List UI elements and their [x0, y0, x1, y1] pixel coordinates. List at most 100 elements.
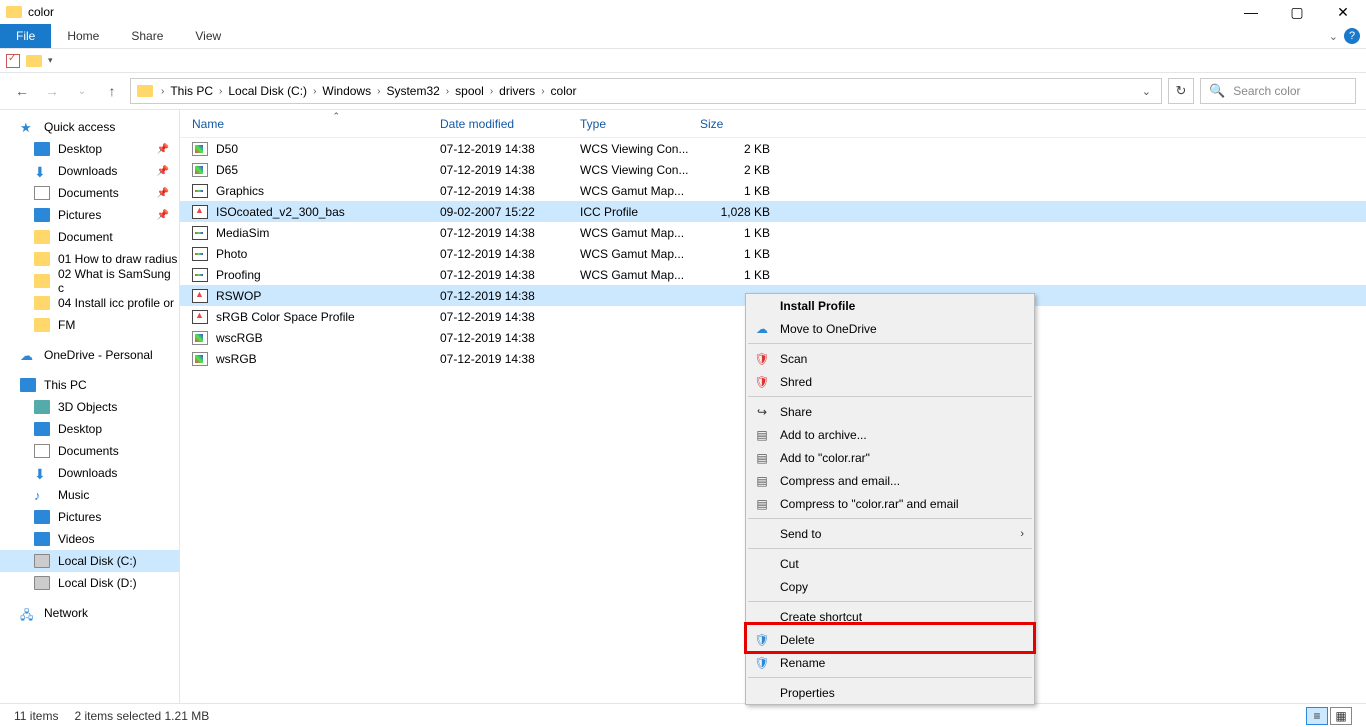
pin-icon: 📌 [157, 144, 169, 155]
file-date: 07-12-2019 14:38 [440, 226, 580, 240]
archive-icon: ▤ [754, 473, 770, 489]
back-button[interactable]: ← [10, 79, 34, 103]
forward-button[interactable]: → [40, 79, 64, 103]
sidebar-quick-access[interactable]: ★Quick access [0, 116, 179, 138]
recent-dropdown[interactable]: ⌄ [70, 79, 94, 103]
close-button[interactable]: ✕ [1320, 0, 1366, 24]
titlebar: color — ▢ ✕ [0, 0, 1366, 24]
archive-icon: ▤ [754, 427, 770, 443]
sidebar-item[interactable]: Local Disk (C:) [0, 550, 179, 572]
sidebar-this-pc[interactable]: This PC [0, 374, 179, 396]
file-date: 07-12-2019 14:38 [440, 163, 580, 177]
minimize-button[interactable]: — [1228, 0, 1274, 24]
sidebar-item[interactable]: Document [0, 226, 179, 248]
ctx-scan[interactable]: 🛡Scan [746, 347, 1034, 370]
ctx-add-rar[interactable]: ▤Add to "color.rar" [746, 446, 1034, 469]
sidebar-item[interactable]: ♪Music [0, 484, 179, 506]
ctx-share[interactable]: ↪Share [746, 400, 1034, 423]
archive-icon: ▤ [754, 496, 770, 512]
crumb[interactable]: Windows [318, 84, 375, 98]
sidebar-item[interactable]: 04 Install icc profile or [0, 292, 179, 314]
file-row[interactable]: Graphics07-12-2019 14:38WCS Gamut Map...… [180, 180, 1366, 201]
sidebar-item[interactable]: 3D Objects [0, 396, 179, 418]
cloud-icon: ☁ [754, 321, 770, 337]
maximize-button[interactable]: ▢ [1274, 0, 1320, 24]
help-icon[interactable]: ? [1344, 28, 1360, 44]
file-size: 1,028 KB [700, 205, 770, 219]
file-row[interactable]: ISOcoated_v2_300_bas09-02-2007 15:22ICC … [180, 201, 1366, 222]
pin-icon: 📌 [157, 188, 169, 199]
tab-home[interactable]: Home [51, 24, 115, 48]
crumb[interactable]: This PC [166, 84, 217, 98]
sidebar-item[interactable]: Documents [0, 440, 179, 462]
view-large-button[interactable]: ▦ [1330, 707, 1352, 725]
sidebar-item[interactable]: Desktop📌 [0, 138, 179, 160]
tab-view[interactable]: View [179, 24, 237, 48]
ctx-shred[interactable]: 🛡Shred [746, 370, 1034, 393]
sidebar-item[interactable]: Desktop [0, 418, 179, 440]
sidebar-item[interactable]: Pictures [0, 506, 179, 528]
ctx-copy[interactable]: Copy [746, 575, 1034, 598]
sidebar-item[interactable]: ⬇Downloads📌 [0, 160, 179, 182]
sidebar-onedrive[interactable]: ☁OneDrive - Personal [0, 344, 179, 366]
sidebar-item[interactable]: Videos [0, 528, 179, 550]
col-type[interactable]: Type [580, 117, 700, 131]
ctx-rename[interactable]: 🛡Rename [746, 651, 1034, 674]
file-size: 1 KB [700, 226, 770, 240]
address-bar[interactable]: › This PC› Local Disk (C:)› Windows› Sys… [130, 78, 1162, 104]
file-row[interactable]: Proofing07-12-2019 14:38WCS Gamut Map...… [180, 264, 1366, 285]
file-row[interactable]: MediaSim07-12-2019 14:38WCS Gamut Map...… [180, 222, 1366, 243]
file-row[interactable]: D5007-12-2019 14:38WCS Viewing Con...2 K… [180, 138, 1366, 159]
crumb[interactable]: System32 [382, 84, 443, 98]
status-selection: 2 items selected 1.21 MB [74, 709, 209, 723]
file-type: WCS Gamut Map... [580, 247, 700, 261]
qat-dropdown-icon[interactable]: ▾ [48, 55, 53, 66]
file-row[interactable]: Photo07-12-2019 14:38WCS Gamut Map...1 K… [180, 243, 1366, 264]
tab-file[interactable]: File [0, 24, 51, 48]
col-size[interactable]: Size [700, 117, 780, 131]
file-date: 07-12-2019 14:38 [440, 289, 580, 303]
sidebar-network[interactable]: 🖧Network [0, 602, 179, 624]
address-dropdown-icon[interactable]: ⌄ [1142, 85, 1157, 98]
ctx-cut[interactable]: Cut [746, 552, 1034, 575]
sidebar-item[interactable]: Local Disk (D:) [0, 572, 179, 594]
tab-share[interactable]: Share [115, 24, 179, 48]
sidebar-item[interactable]: Documents📌 [0, 182, 179, 204]
view-details-button[interactable]: ≡ [1306, 707, 1328, 725]
ctx-properties[interactable]: Properties [746, 681, 1034, 704]
ctx-add-archive[interactable]: ▤Add to archive... [746, 423, 1034, 446]
sidebar-item[interactable]: FM [0, 314, 179, 336]
ctx-send-to[interactable]: Send to› [746, 522, 1034, 545]
window-title: color [28, 5, 54, 19]
sidebar-item[interactable]: Pictures📌 [0, 204, 179, 226]
file-name: ISOcoated_v2_300_bas [216, 205, 440, 219]
qat-properties-icon[interactable] [6, 54, 20, 68]
quick-access-toolbar: ▾ [0, 49, 1366, 73]
crumb[interactable]: color [547, 84, 581, 98]
file-row[interactable]: D6507-12-2019 14:38WCS Viewing Con...2 K… [180, 159, 1366, 180]
shield-icon: 🛡 [754, 632, 770, 648]
ctx-delete[interactable]: 🛡Delete [746, 628, 1034, 651]
file-date: 07-12-2019 14:38 [440, 331, 580, 345]
ribbon-collapse-icon[interactable]: ⌄ [1329, 30, 1338, 43]
ctx-compress-email[interactable]: ▤Compress and email... [746, 469, 1034, 492]
col-date[interactable]: Date modified [440, 117, 580, 131]
ctx-install-profile[interactable]: Install Profile [746, 294, 1034, 317]
search-input[interactable]: 🔍 Search color [1200, 78, 1356, 104]
sidebar-item[interactable]: 02 What is SamSung c [0, 270, 179, 292]
crumb[interactable]: Local Disk (C:) [224, 84, 311, 98]
sidebar-item[interactable]: ⬇Downloads [0, 462, 179, 484]
ctx-compress-rar-email[interactable]: ▤Compress to "color.rar" and email [746, 492, 1034, 515]
qat-newfolder-icon[interactable] [26, 55, 42, 67]
up-button[interactable]: ↑ [100, 79, 124, 103]
refresh-button[interactable]: ↻ [1168, 78, 1194, 104]
col-name[interactable]: Name⌃ [180, 117, 440, 131]
search-placeholder: Search color [1233, 84, 1300, 98]
ctx-create-shortcut[interactable]: Create shortcut [746, 605, 1034, 628]
file-type: ICC Profile [580, 205, 700, 219]
crumb[interactable]: spool [451, 84, 488, 98]
crumb[interactable]: drivers [495, 84, 539, 98]
file-icon [192, 310, 208, 324]
file-icon [192, 331, 208, 345]
ctx-move-onedrive[interactable]: ☁Move to OneDrive [746, 317, 1034, 340]
